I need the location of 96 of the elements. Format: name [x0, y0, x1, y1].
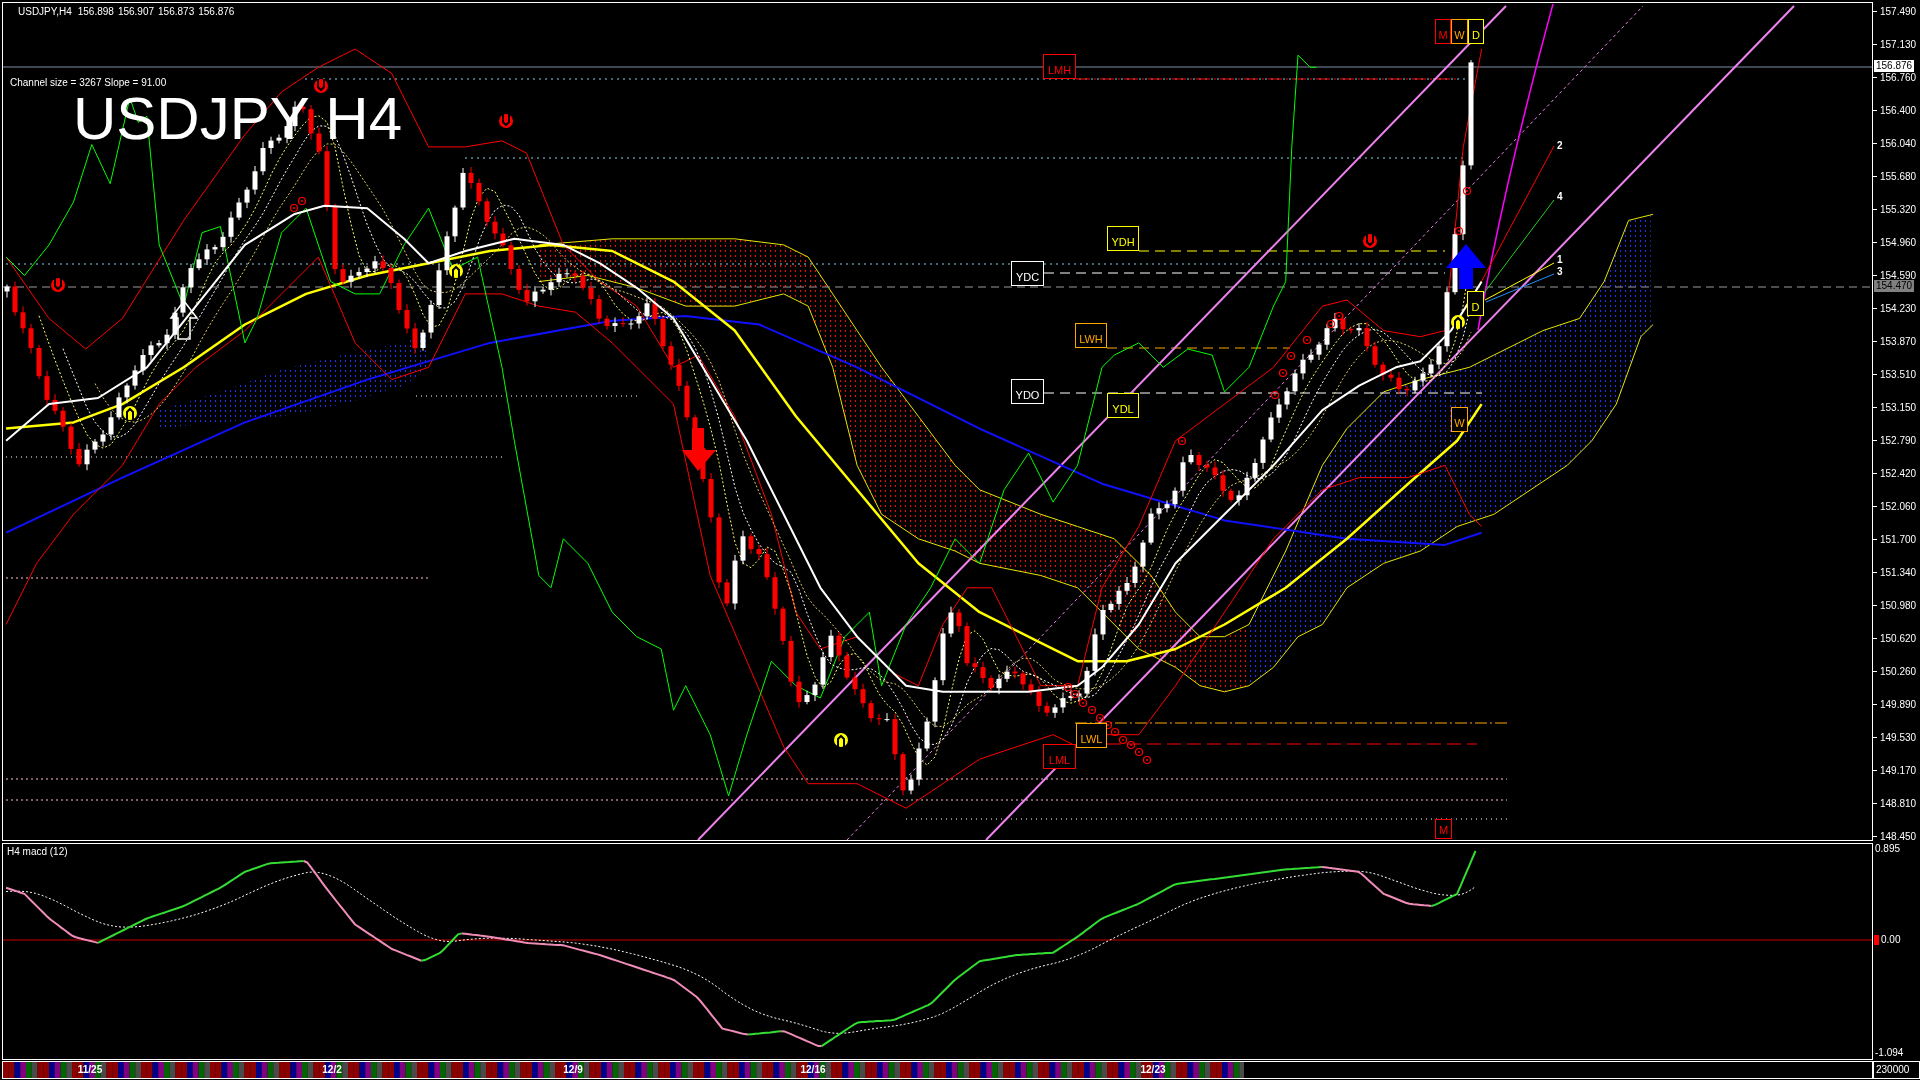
price-tick-label: 152.790 — [1880, 435, 1917, 446]
price-tick-label: 152.060 — [1880, 501, 1917, 512]
macd-scale-label: -1.094 — [1875, 1048, 1904, 1058]
macd-scale-label: 0.895 — [1875, 844, 1901, 854]
price-tick-label: 148.810 — [1880, 798, 1917, 809]
fan-label: 2 — [1557, 141, 1563, 151]
ring-dot-icon — [1142, 755, 1152, 765]
level-label: LML — [1043, 744, 1076, 769]
ring-dot-icon — [1087, 705, 1097, 715]
quote-value: 156.898 — [77, 7, 114, 17]
ring-dot-icon — [1118, 735, 1128, 745]
ring-dot-icon — [1278, 368, 1288, 378]
price-tick-label: 153.150 — [1880, 402, 1917, 413]
price-tick-label: 153.870 — [1880, 336, 1917, 347]
price-tick-label: 156.760 — [1880, 72, 1917, 83]
price-tick-label: 152.420 — [1880, 468, 1917, 479]
level-label: W — [1451, 19, 1468, 44]
price-tick-label: 149.890 — [1880, 699, 1917, 710]
fractal-down-icon — [51, 277, 65, 292]
ring-dot-icon — [1462, 186, 1472, 196]
ring-dot-icon — [1302, 335, 1312, 345]
level-label: LWH — [1075, 323, 1107, 348]
quote-value: 156.876 — [198, 7, 235, 17]
ring-dot-icon — [1063, 682, 1073, 692]
fractal-up-icon — [1451, 315, 1465, 330]
price-tick-label: 151.700 — [1880, 534, 1917, 545]
level-label: YDO — [1011, 379, 1044, 404]
price-tick-label: 154.960 — [1880, 237, 1917, 248]
level-label: D — [1467, 291, 1484, 316]
zero-level-marker-icon — [1874, 935, 1879, 945]
fractal-down-icon — [314, 78, 328, 93]
ring-dot-icon — [1270, 390, 1280, 400]
current-price-label: 156.876 — [1874, 60, 1915, 72]
ring-dot-icon — [1070, 689, 1080, 699]
down-arrow-icon — [682, 428, 716, 471]
level-label: W — [1451, 407, 1468, 432]
ring-dot-icon — [289, 203, 299, 213]
fractal-down-icon — [1363, 233, 1377, 248]
price-tick-label: 154.230 — [1880, 303, 1917, 314]
level-label: LMH — [1043, 54, 1076, 79]
price-tick-label: 150.260 — [1880, 666, 1917, 677]
fan-label: 1 — [1557, 255, 1563, 265]
price-tick-label: 154.590 — [1880, 270, 1917, 281]
date-label: 11/25 — [77, 1065, 103, 1075]
date-label: 12/23 — [1140, 1065, 1166, 1075]
up-arrow-icon — [1446, 244, 1486, 289]
ring-dot-icon — [1326, 319, 1336, 329]
ring-dot-icon — [1126, 740, 1136, 750]
level-label: D — [1468, 19, 1484, 44]
ring-dot-icon — [1078, 698, 1088, 708]
ring-dot-icon — [1110, 727, 1120, 737]
price-tick-label: 150.620 — [1880, 633, 1917, 644]
level-label: LWL — [1076, 723, 1107, 748]
ring-dot-icon — [1095, 713, 1105, 723]
level-label: YDC — [1011, 261, 1044, 286]
quote-value: 156.907 — [117, 7, 155, 17]
ring-dot-icon — [1286, 351, 1296, 361]
price-tick-label: 156.040 — [1880, 138, 1917, 149]
price-tick-label: 150.980 — [1880, 600, 1917, 611]
price-tick-label: 155.320 — [1880, 204, 1917, 215]
price-tick-label: 153.510 — [1880, 369, 1917, 380]
macd-scale-label: 0.00 — [1881, 935, 1901, 945]
scale-value-label: 230000 — [1873, 1061, 1920, 1079]
level-label: M — [1435, 19, 1451, 44]
ring-dot-icon — [1454, 226, 1464, 236]
price-tick-label: 157.130 — [1880, 39, 1917, 50]
chart-symbol: USDJPY,H4 — [18, 7, 72, 17]
price-tick-label: 149.170 — [1880, 765, 1917, 776]
ring-dot-icon — [297, 196, 307, 206]
fractal-up-icon — [449, 264, 463, 279]
quote-value: 156.873 — [158, 7, 195, 17]
price-tick-label: 157.490 — [1880, 6, 1917, 17]
ring-dot-icon — [1134, 747, 1144, 757]
price-tick-label: 156.400 — [1880, 105, 1917, 116]
macd-title: H4 macd (12) — [7, 847, 68, 857]
channel-info-text: Channel size = 3267 Slope = 91.00 — [10, 78, 167, 88]
date-label: 12/9 — [563, 1065, 583, 1075]
fractal-up-icon — [123, 406, 137, 421]
price-tick-label: 155.680 — [1880, 171, 1917, 182]
ring-dot-icon — [1103, 720, 1113, 730]
level-label: YDH — [1107, 226, 1139, 251]
level-label: M — [1435, 819, 1452, 839]
ring-dot-icon — [1177, 436, 1187, 446]
fan-label: 4 — [1557, 192, 1563, 202]
price-tick-label: 151.340 — [1880, 567, 1917, 578]
date-label: 12/2 — [322, 1065, 342, 1075]
fan-label: 3 — [1557, 267, 1563, 277]
ring-dot-icon — [1334, 311, 1344, 321]
date-label: 12/16 — [800, 1065, 826, 1075]
line-price-label: 154.470 — [1874, 280, 1915, 292]
level-label: YDL — [1107, 393, 1139, 418]
hollow-up-arrow-icon — [169, 299, 199, 340]
fractal-up-icon — [834, 733, 848, 748]
price-tick-label: 148.450 — [1880, 831, 1917, 842]
fractal-down-icon — [499, 113, 513, 128]
price-tick-label: 149.530 — [1880, 732, 1917, 743]
